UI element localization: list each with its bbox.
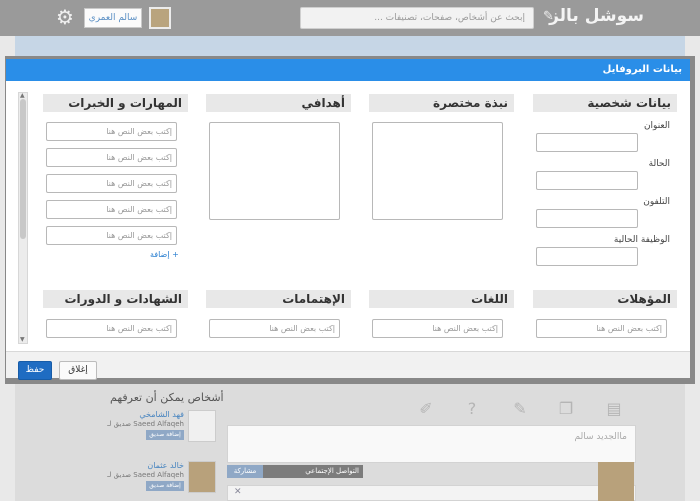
compose-icon[interactable]: ✎: [543, 10, 557, 23]
share-button[interactable]: مشاركة: [227, 465, 263, 478]
cover-strip: [15, 36, 685, 56]
close-icon[interactable]: ✕: [234, 487, 242, 497]
search-input[interactable]: إبحث عن أشخاص، صفحات، تصنيفات ...: [300, 7, 534, 29]
save-button[interactable]: حفظ: [18, 361, 52, 380]
job-field[interactable]: [536, 247, 638, 266]
section-interests: الإهتمامات: [206, 290, 351, 308]
edit-icon[interactable]: ✎: [511, 400, 529, 418]
add-friend-button[interactable]: إضافة صديق: [146, 430, 184, 440]
section-certificates: الشهادات و الدورات: [43, 290, 188, 308]
goals-textarea[interactable]: [209, 122, 340, 220]
feed-thumbnail[interactable]: [598, 462, 634, 501]
post-actions: مشاركة التواصل الإجتماعي: [227, 465, 363, 478]
close-button[interactable]: إغلاق: [59, 361, 97, 380]
qualification-input[interactable]: إكتب بعض النص هنا: [536, 319, 667, 338]
document-icon[interactable]: ▤: [605, 400, 623, 418]
address-field[interactable]: [536, 133, 638, 152]
person-mutual: Saeed Alfaqeh صديق لـ: [107, 471, 184, 479]
modal-footer: [6, 351, 690, 378]
skill-input[interactable]: إكتب بعض النص هنا: [46, 200, 177, 219]
post-composer[interactable]: ماالجديد سالم: [227, 425, 636, 463]
add-skill-link[interactable]: + إضافة: [150, 250, 179, 259]
post-type-icons: ▤ ❐ ✎ ? ✐: [415, 400, 627, 420]
suggested-person: فهد الشامخي Saeed Alfaqeh صديق لـ إضافة …: [100, 410, 220, 450]
add-friend-button[interactable]: إضافة صديق: [146, 481, 184, 491]
gallery-icon[interactable]: ❐: [557, 400, 575, 418]
audience-select[interactable]: التواصل الإجتماعي: [263, 465, 363, 478]
certificate-input[interactable]: إكتب بعض النص هنا: [46, 319, 177, 338]
user-avatar[interactable]: [149, 7, 171, 29]
question-icon[interactable]: ?: [463, 400, 481, 418]
section-skills: المهارات و الخبرات: [43, 94, 188, 112]
skill-input[interactable]: إكتب بعض النص هنا: [46, 174, 177, 193]
app-logo[interactable]: سوشل بالز: [549, 6, 644, 26]
language-input[interactable]: إكتب بعض النص هنا: [372, 319, 503, 338]
section-personal-info: بيانات شخصية: [533, 94, 677, 112]
section-qualifications: المؤهلات: [533, 290, 677, 308]
person-name[interactable]: فهد الشامخي: [139, 410, 184, 419]
phone-field[interactable]: [536, 209, 638, 228]
job-label: الوظيفة الحالية: [613, 235, 670, 245]
status-field[interactable]: [536, 171, 638, 190]
bio-textarea[interactable]: [372, 122, 503, 220]
status-label: الحالة: [648, 159, 670, 169]
feed-item: ✕: [227, 485, 636, 501]
gear-icon[interactable]: ⚙: [56, 7, 76, 27]
skill-input[interactable]: إكتب بعض النص هنا: [46, 226, 177, 245]
suggestions-title: أشخاص يمكن أن تعرفهم: [110, 391, 224, 404]
skill-input[interactable]: إكتب بعض النص هنا: [46, 148, 177, 167]
person-name[interactable]: خالد عثمان: [147, 461, 184, 470]
modal-title: بيانات البروفايل: [6, 59, 690, 81]
scroll-thumb[interactable]: [20, 99, 26, 239]
section-languages: اللغات: [369, 290, 514, 308]
person-mutual: Saeed Alfaqeh صديق لـ: [107, 420, 184, 428]
skill-input[interactable]: إكتب بعض النص هنا: [46, 122, 177, 141]
avatar[interactable]: [188, 410, 216, 442]
section-bio: نبذة مختصرة: [369, 94, 514, 112]
scroll-down-icon[interactable]: ▼: [20, 336, 25, 343]
address-label: العنوان: [643, 121, 670, 131]
phone-label: التلفون: [643, 197, 670, 207]
section-goals: أهدافي: [206, 94, 351, 112]
pen-icon[interactable]: ✐: [417, 400, 435, 418]
avatar[interactable]: [188, 461, 216, 493]
scroll-up-icon[interactable]: ▲: [20, 92, 25, 99]
post-placeholder: ماالجديد سالم: [574, 432, 627, 442]
suggested-person: خالد عثمان Saeed Alfaqeh صديق لـ إضافة ص…: [100, 461, 220, 501]
top-navigation-bar: سوشل بالز ✎ إبحث عن أشخاص، صفحات، تصنيفا…: [0, 0, 700, 36]
interest-input[interactable]: إكتب بعض النص هنا: [209, 319, 340, 338]
modal-scrollbar[interactable]: ▲ ▼: [18, 92, 28, 344]
user-name-button[interactable]: سالم العمري: [84, 8, 142, 28]
